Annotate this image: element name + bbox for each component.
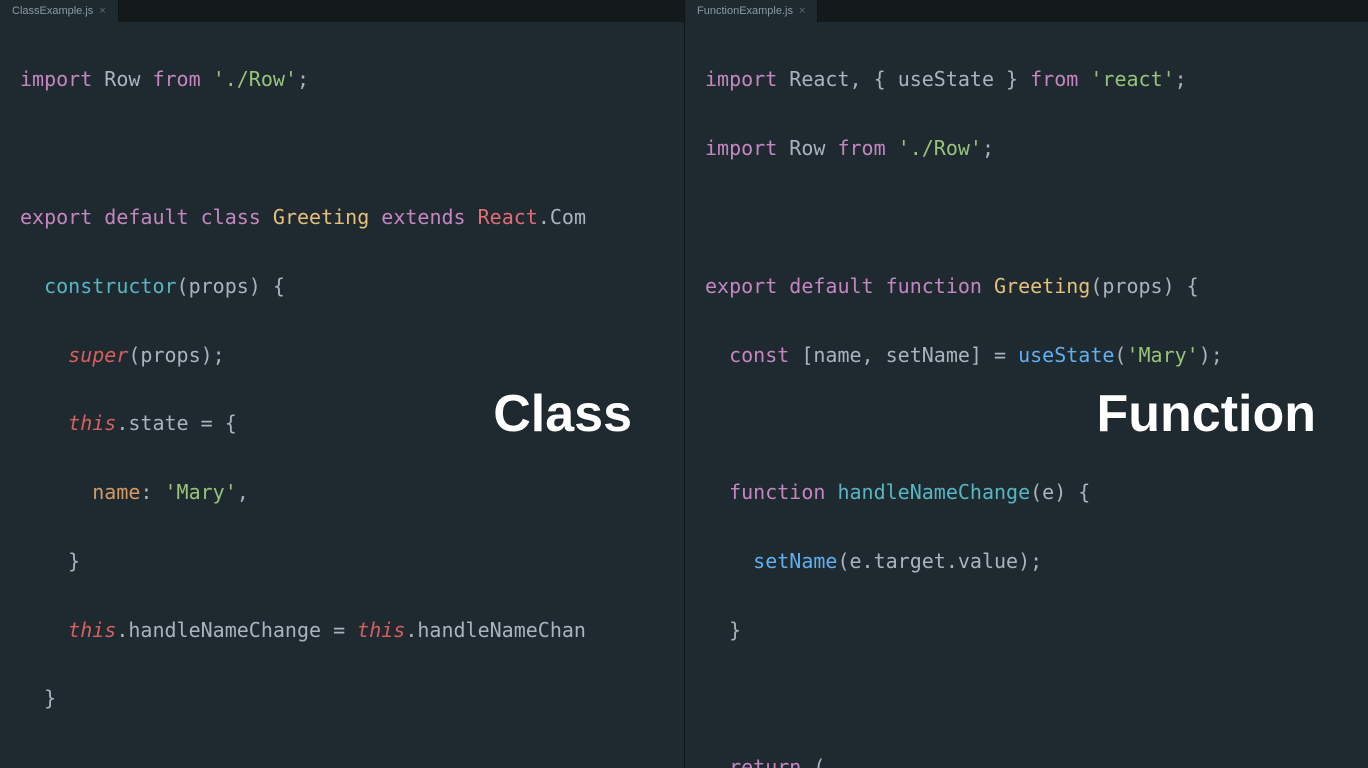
punct: (e) {: [1030, 480, 1090, 504]
close-icon[interactable]: ×: [799, 5, 805, 17]
kw-extends: extends: [381, 205, 465, 229]
fnname: Greeting: [994, 274, 1090, 298]
left-editor[interactable]: import Row from './Row'; export default …: [0, 22, 684, 768]
left-pane: ClassExample.js × import Row from './Row…: [0, 0, 684, 768]
call: useState: [1018, 343, 1114, 367]
punct: }: [44, 686, 56, 710]
ident: useState: [898, 67, 994, 91]
kw-const: const: [729, 343, 789, 367]
kw-import: import: [20, 67, 92, 91]
punct: ;: [297, 67, 309, 91]
kw-export: export: [20, 205, 92, 229]
kw-function: function: [886, 274, 982, 298]
ident: .Com: [538, 205, 586, 229]
right-editor[interactable]: import React, { useState } from 'react';…: [685, 22, 1368, 768]
punct: (: [801, 755, 825, 768]
kw-import: import: [705, 136, 777, 160]
kw-from: from: [837, 136, 885, 160]
kw-from: from: [152, 67, 200, 91]
string: './Row': [898, 136, 982, 160]
punct: ;: [1175, 67, 1187, 91]
punct: (props) {: [1090, 274, 1198, 298]
fn: handleNameChange: [837, 480, 1030, 504]
ident: Row: [104, 67, 140, 91]
kw-export: export: [705, 274, 777, 298]
kw-from: from: [1030, 67, 1078, 91]
kw-default: default: [104, 205, 188, 229]
split-view: ClassExample.js × import Row from './Row…: [0, 0, 1368, 768]
punct: (props);: [128, 343, 224, 367]
kw-this: this: [357, 618, 405, 642]
punct: }: [994, 67, 1030, 91]
punct: }: [68, 549, 80, 573]
punct: }: [729, 618, 741, 642]
type: React: [478, 205, 538, 229]
punct: ,: [237, 480, 249, 504]
punct: );: [1199, 343, 1223, 367]
kw-super: super: [68, 343, 128, 367]
right-tabbar: FunctionExample.js ×: [685, 0, 1368, 22]
ident: (e.target.value);: [837, 549, 1042, 573]
call: setName: [753, 549, 837, 573]
ident: .handleNameChan: [405, 618, 586, 642]
prop: name: [92, 480, 140, 504]
close-icon[interactable]: ×: [99, 5, 105, 17]
right-pane: FunctionExample.js × import React, { use…: [684, 0, 1368, 768]
string: 'Mary': [165, 480, 237, 504]
punct: .state = {: [116, 411, 236, 435]
string: 'Mary': [1126, 343, 1198, 367]
punct: ;: [982, 136, 994, 160]
kw-this: this: [68, 618, 116, 642]
punct: , {: [850, 67, 898, 91]
kw-this: this: [68, 411, 116, 435]
string: 'react': [1090, 67, 1174, 91]
kw-import: import: [705, 67, 777, 91]
punct: (props) {: [177, 274, 285, 298]
classname: Greeting: [273, 205, 369, 229]
fn-constructor: constructor: [44, 274, 176, 298]
kw-return: return: [729, 755, 801, 768]
tab-functionexample[interactable]: FunctionExample.js ×: [685, 0, 818, 22]
punct: (: [1114, 343, 1126, 367]
ident: React: [789, 67, 849, 91]
tab-label: FunctionExample.js: [697, 5, 793, 17]
kw-function: function: [729, 480, 825, 504]
ident: Row: [789, 136, 825, 160]
string: './Row': [213, 67, 297, 91]
ident: [name, setName] =: [789, 343, 1018, 367]
ident: .handleNameChange =: [116, 618, 357, 642]
left-tabbar: ClassExample.js ×: [0, 0, 684, 22]
punct: :: [140, 480, 164, 504]
tab-classexample[interactable]: ClassExample.js ×: [0, 0, 119, 22]
kw-class: class: [201, 205, 261, 229]
kw-default: default: [789, 274, 873, 298]
tab-label: ClassExample.js: [12, 5, 93, 17]
